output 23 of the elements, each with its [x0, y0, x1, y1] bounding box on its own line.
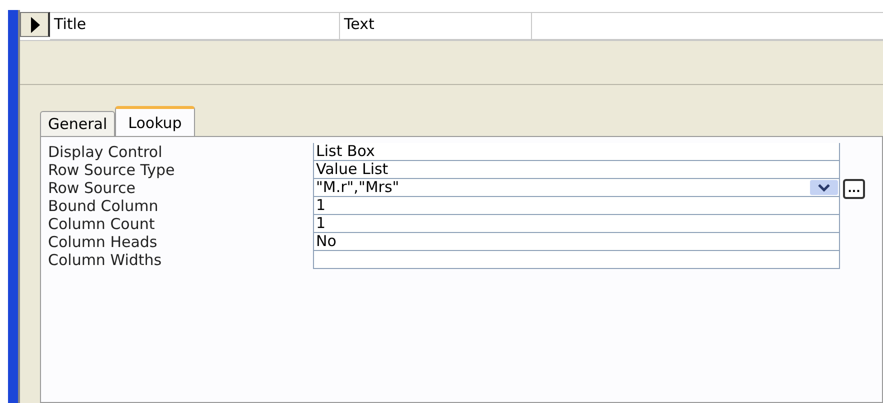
builder-button[interactable]: ... [843, 179, 865, 199]
property-field[interactable]: No [313, 233, 840, 251]
property-field[interactable]: List Box [313, 143, 840, 161]
property-label: Bound Column [48, 197, 160, 215]
property-label: Column Widths [48, 251, 163, 269]
dropdown-button[interactable] [810, 180, 838, 195]
chevron-down-icon [818, 184, 830, 192]
property-label: Column Count [48, 215, 156, 233]
property-label: Display Control [48, 143, 164, 161]
property-label: Column Heads [48, 233, 158, 251]
property-field[interactable] [313, 251, 840, 269]
property-field[interactable]: Value List [313, 161, 840, 179]
record-selector[interactable] [20, 12, 50, 37]
property-label: Row Source [48, 179, 136, 197]
tab[interactable]: Lookup [115, 106, 195, 137]
property-field[interactable]: 1 [313, 197, 840, 215]
property-label: Row Source Type [48, 161, 176, 179]
property-field[interactable]: "M.r","Mrs" [313, 179, 840, 197]
current-row-icon [30, 16, 40, 32]
tab[interactable]: General [40, 111, 116, 136]
property-field[interactable]: 1 [313, 215, 840, 233]
field-name-cell[interactable]: Title [50, 12, 340, 40]
data-type-cell[interactable]: Text [340, 12, 532, 40]
